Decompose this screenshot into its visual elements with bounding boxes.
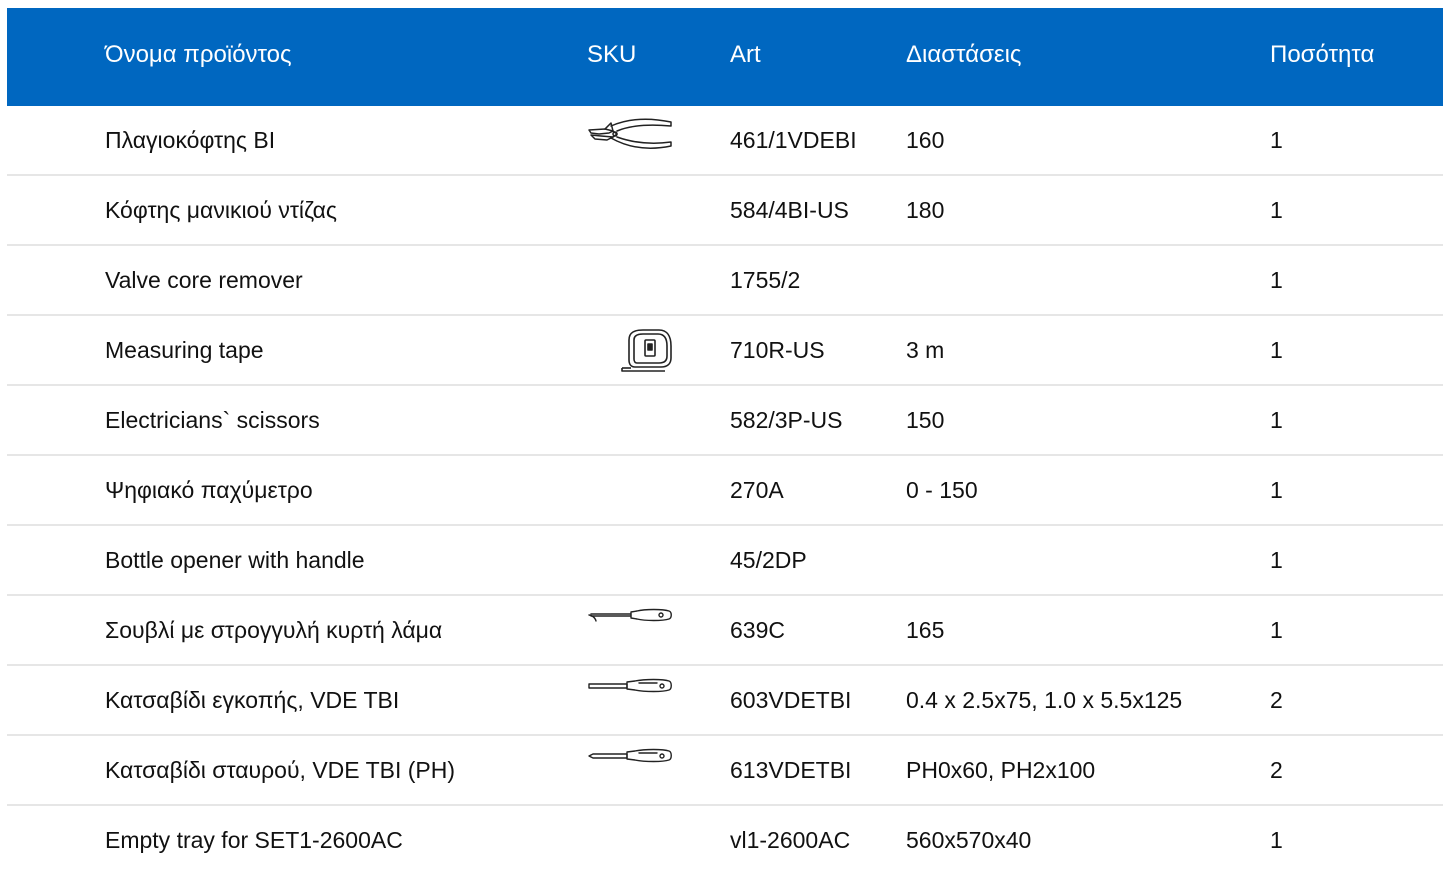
table-row: Πλαγιοκόφτης BI 461/1VDEBI 160 1 <box>7 106 1443 176</box>
table-row: Measuring tape 710R-US 3 m 1 <box>7 316 1443 386</box>
sku-cell <box>587 456 697 524</box>
quantity: 1 <box>1270 197 1283 223</box>
sku-cell <box>587 316 697 384</box>
article-number: vl1-2600AC <box>730 827 851 853</box>
dimensions: 560x570x40 <box>906 827 1032 853</box>
dimensions: 150 <box>906 407 945 433</box>
measuring-tape-icon <box>621 328 673 372</box>
product-name: Ψηφιακό παχύμετρο <box>105 477 313 503</box>
table-row: Valve core remover 1755/2 1 <box>7 246 1443 316</box>
side-cutter-pliers-icon <box>587 118 673 152</box>
quantity: 1 <box>1270 477 1283 503</box>
header-dimensions: Διαστάσεις <box>906 41 1022 68</box>
quantity: 1 <box>1270 547 1283 573</box>
product-name: Πλαγιοκόφτης BI <box>105 127 276 153</box>
phillips-screwdriver-icon <box>587 746 673 766</box>
quantity: 1 <box>1270 617 1283 643</box>
product-name: Σουβλί με στρογγυλή κυρτή λάμα <box>105 617 443 643</box>
dimensions: 180 <box>906 197 945 223</box>
sku-cell <box>587 386 697 454</box>
product-name: Empty tray for SET1-2600AC <box>105 827 403 853</box>
header-quantity: Ποσότητα <box>1270 41 1375 68</box>
sku-cell <box>587 176 697 244</box>
product-name: Measuring tape <box>105 337 264 363</box>
sku-cell <box>587 246 697 314</box>
article-number: 584/4BI-US <box>730 197 849 223</box>
article-number: 1755/2 <box>730 267 801 293</box>
sku-cell <box>587 806 697 874</box>
dimensions: 165 <box>906 617 945 643</box>
header-sku: SKU <box>587 41 637 68</box>
table-row: Bottle opener with handle 45/2DP 1 <box>7 526 1443 596</box>
curved-awl-icon <box>587 606 673 626</box>
sku-cell <box>587 736 697 804</box>
quantity: 1 <box>1270 407 1283 433</box>
table-row: Κατσαβίδι σταυρού, VDE TBI (PH) 613VDETB… <box>7 736 1443 806</box>
quantity: 1 <box>1270 127 1283 153</box>
article-number: 639C <box>730 617 785 643</box>
table-row: Ψηφιακό παχύμετρο 270A 0 - 150 1 <box>7 456 1443 526</box>
quantity: 1 <box>1270 827 1283 853</box>
product-name: Κατσαβίδι εγκοπής, VDE TBI <box>105 687 400 713</box>
header-art: Art <box>730 41 761 68</box>
product-name: Valve core remover <box>105 267 303 293</box>
table-row: Empty tray for SET1-2600AC vl1-2600AC 56… <box>7 806 1443 874</box>
dimensions: 3 m <box>906 337 945 363</box>
product-name: Κόφτης μανικιού ντίζας <box>105 197 337 223</box>
table-row: Σουβλί με στρογγυλή κυρτή λάμα 639C 165 … <box>7 596 1443 666</box>
dimensions: 0.4 x 2.5x75, 1.0 x 5.5x125 <box>906 687 1183 713</box>
table-row: Κόφτης μανικιού ντίζας 584/4BI-US 180 1 <box>7 176 1443 246</box>
table-header: Όνομα προϊόντος SKU Art Διαστάσεις Ποσότ… <box>7 8 1443 106</box>
table-row: Κατσαβίδι εγκοπής, VDE TBI 603VDETBI 0.4… <box>7 666 1443 736</box>
table-row: Electricians` scissors 582/3P-US 150 1 <box>7 386 1443 456</box>
article-number: 461/1VDEBI <box>730 127 857 153</box>
header-product-name: Όνομα προϊόντος <box>105 41 292 68</box>
article-number: 710R-US <box>730 337 825 363</box>
dimensions: 160 <box>906 127 945 153</box>
article-number: 582/3P-US <box>730 407 843 433</box>
sku-cell <box>587 106 697 174</box>
product-name: Electricians` scissors <box>105 407 320 433</box>
article-number: 613VDETBI <box>730 757 852 783</box>
quantity: 2 <box>1270 757 1283 783</box>
article-number: 270A <box>730 477 784 503</box>
dimensions: PH0x60, PH2x100 <box>906 757 1096 783</box>
sku-cell <box>587 596 697 664</box>
article-number: 603VDETBI <box>730 687 852 713</box>
quantity: 1 <box>1270 267 1283 293</box>
products-table: Όνομα προϊόντος SKU Art Διαστάσεις Ποσότ… <box>7 8 1443 874</box>
sku-cell <box>587 526 697 594</box>
sku-cell <box>587 666 697 734</box>
quantity: 1 <box>1270 337 1283 363</box>
slotted-screwdriver-icon <box>587 676 673 696</box>
article-number: 45/2DP <box>730 547 807 573</box>
product-name: Bottle opener with handle <box>105 547 365 573</box>
product-name: Κατσαβίδι σταυρού, VDE TBI (PH) <box>105 757 456 783</box>
quantity: 2 <box>1270 687 1283 713</box>
dimensions: 0 - 150 <box>906 477 978 503</box>
